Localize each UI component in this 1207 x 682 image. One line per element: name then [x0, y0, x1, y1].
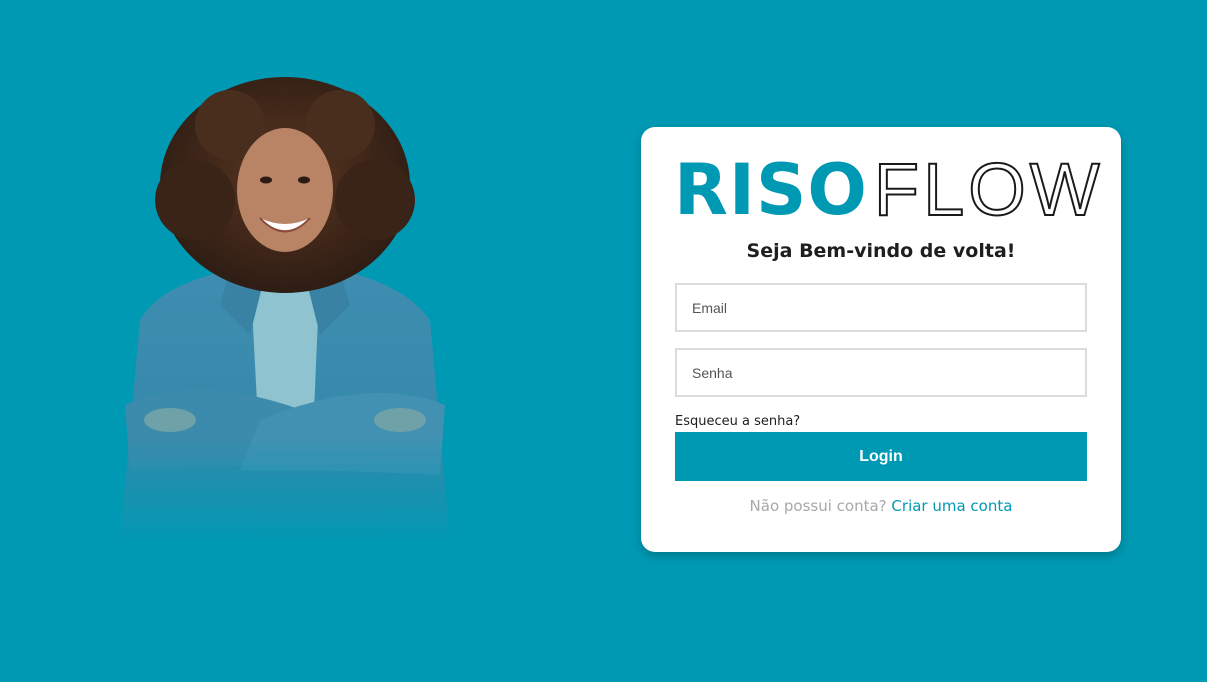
- create-account-link[interactable]: Criar uma conta: [891, 497, 1012, 515]
- signup-prompt: Não possui conta? Criar uma conta: [641, 497, 1121, 515]
- forgot-password-link[interactable]: Esqueceu a senha?: [675, 414, 800, 429]
- email-input[interactable]: [675, 283, 1087, 332]
- login-card: RISO FLOW Seja Bem-vindo de volta! Esque…: [641, 127, 1121, 552]
- logo-flow: FLOW: [873, 148, 1104, 231]
- login-page: RISO FLOW Seja Bem-vindo de volta! Esque…: [0, 0, 1207, 682]
- password-input[interactable]: [675, 348, 1087, 397]
- login-button[interactable]: Login: [675, 432, 1087, 481]
- hero-image: [100, 70, 470, 540]
- logo-riso: RISO: [674, 149, 868, 231]
- signup-question: Não possui conta?: [749, 497, 887, 515]
- risoflow-logo: RISO FLOW: [674, 149, 1101, 231]
- welcome-heading: Seja Bem-vindo de volta!: [746, 240, 1016, 262]
